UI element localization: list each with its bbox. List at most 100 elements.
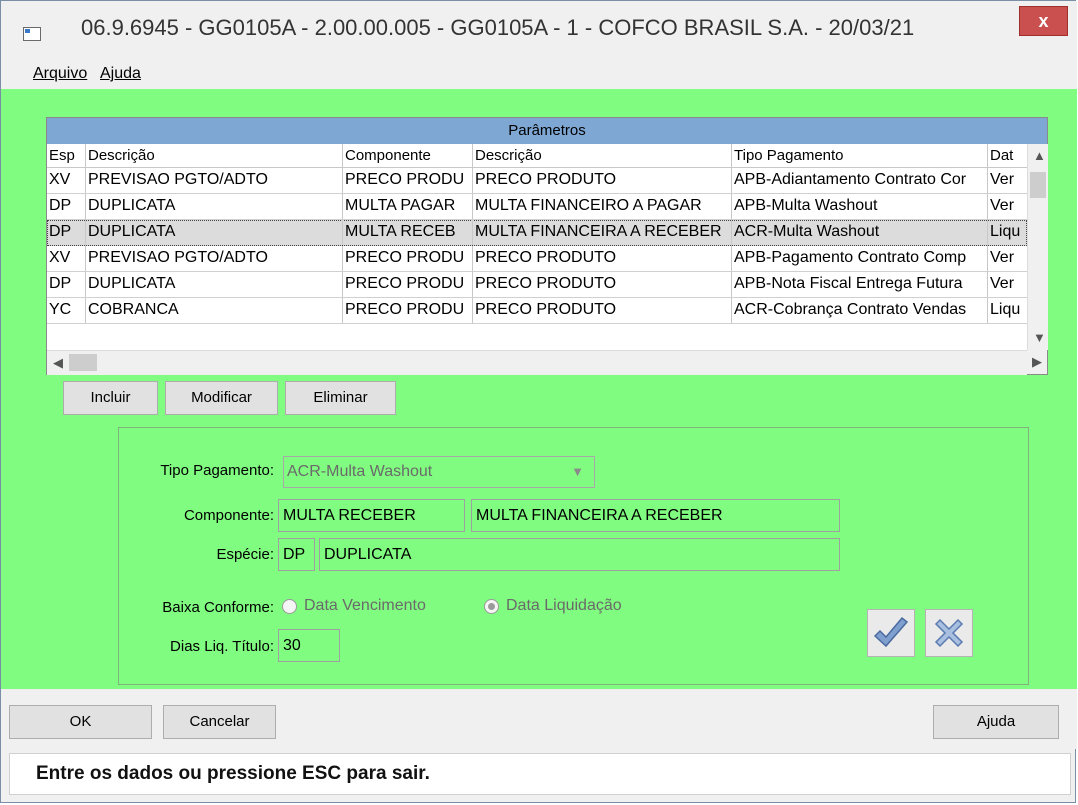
close-button[interactable]: x	[1019, 6, 1068, 36]
cell-esp: YC	[47, 298, 86, 323]
cell-tipo-pagamento: APB-Multa Washout	[732, 194, 988, 219]
especie-desc-field[interactable]: DUPLICATA	[319, 538, 840, 571]
main-window: 06.9.6945 - GG0105A - 2.00.00.005 - GG01…	[0, 0, 1077, 803]
cancel-x-button[interactable]	[925, 609, 973, 657]
radio-data-liquidacao-label[interactable]: Data Liquidação	[506, 597, 622, 615]
componente-label: Componente:	[183, 507, 274, 524]
menu-arquivo[interactable]: Arquivo	[33, 65, 87, 83]
cell-esp: DP	[47, 272, 86, 297]
checkmark-icon	[873, 616, 909, 648]
horizontal-scrollbar[interactable]: ◀	[47, 350, 1027, 375]
cell-descricao-componente: PRECO PRODUTO	[473, 272, 732, 297]
cell-componente: PRECO PRODU	[343, 246, 473, 271]
menu-arquivo-label: Arquivo	[33, 65, 88, 82]
cell-data: Ver	[990, 275, 1015, 292]
status-bar: Entre os dados ou pressione ESC para sai…	[9, 753, 1071, 795]
radio-data-vencimento-label[interactable]: Data Vencimento	[304, 597, 426, 615]
grid-title: Parâmetros	[47, 118, 1047, 144]
cell-esp: DP	[47, 220, 86, 245]
title-bar[interactable]: 06.9.6945 - GG0105A - 2.00.00.005 - GG01…	[1, 1, 1077, 59]
cell-descricao: PREVISAO PGTO/ADTO	[86, 246, 343, 271]
cell-componente: MULTA RECEB	[343, 220, 473, 245]
scroll-up-icon[interactable]: ▲	[1033, 148, 1046, 163]
parametros-grid: Parâmetros Esp Descrição Componente Desc…	[46, 117, 1048, 375]
cell-componente: PRECO PRODU	[343, 168, 473, 193]
cell-descricao-componente: PRECO PRODUTO	[473, 168, 732, 193]
dias-liq-titulo-field[interactable]: 30	[278, 629, 340, 662]
grid-header-row: Esp Descrição Componente Descrição Tipo …	[47, 144, 1027, 168]
cell-descricao: COBRANCA	[86, 298, 343, 323]
bottom-button-bar: OK Cancelar Ajuda	[1, 689, 1077, 749]
scroll-left-icon[interactable]: ◀	[53, 355, 63, 371]
cell-tipo-pagamento: ACR-Cobrança Contrato Vendas	[732, 298, 988, 323]
cell-data: Liqu	[990, 301, 1021, 318]
cell-data: Liqu	[990, 223, 1021, 240]
cell-descricao: DUPLICATA	[86, 194, 343, 219]
cell-descricao: DUPLICATA	[86, 272, 343, 297]
radio-data-vencimento[interactable]	[282, 599, 297, 614]
incluir-button[interactable]: Incluir	[63, 381, 158, 415]
table-row[interactable]: DP DUPLICATA PRECO PRODU PRECO PRODUTO A…	[47, 272, 1027, 298]
vertical-scrollbar[interactable]: ▲ ▼	[1027, 144, 1048, 350]
cell-descricao: PREVISAO PGTO/ADTO	[86, 168, 343, 193]
header-componente[interactable]: Componente	[343, 144, 473, 168]
radio-data-liquidacao[interactable]	[484, 599, 499, 614]
scroll-down-icon[interactable]: ▼	[1033, 330, 1046, 345]
ok-button[interactable]: OK	[9, 705, 152, 739]
chevron-down-icon[interactable]: ▼	[571, 457, 584, 487]
horizontal-scroll-thumb[interactable]	[69, 354, 97, 371]
header-data[interactable]: Dat	[988, 144, 1027, 168]
cell-descricao-componente: PRECO PRODUTO	[473, 246, 732, 271]
scroll-corner: ▶	[1027, 350, 1047, 374]
cell-descricao-componente: MULTA FINANCEIRO A PAGAR	[473, 194, 732, 219]
cell-esp: DP	[47, 194, 86, 219]
cell-componente: PRECO PRODU	[343, 298, 473, 323]
header-esp[interactable]: Esp	[47, 144, 86, 168]
ajuda-button[interactable]: Ajuda	[933, 705, 1059, 739]
scroll-right-icon[interactable]: ▶	[1032, 354, 1042, 370]
menu-ajuda[interactable]: Ajuda	[100, 65, 141, 83]
cell-tipo-pagamento: APB-Pagamento Contrato Comp	[732, 246, 988, 271]
tipo-pagamento-value: ACR-Multa Washout	[287, 463, 433, 480]
table-row[interactable]: XV PREVISAO PGTO/ADTO PRECO PRODU PRECO …	[47, 246, 1027, 272]
cell-data: Ver	[990, 171, 1015, 188]
tipo-pagamento-select[interactable]: ACR-Multa Washout ▼	[283, 456, 595, 488]
baixa-conforme-label: Baixa Conforme:	[162, 599, 274, 616]
eliminar-button[interactable]: Eliminar	[285, 381, 396, 415]
table-row[interactable]: YC COBRANCA PRECO PRODU PRECO PRODUTO AC…	[47, 298, 1027, 324]
window-icon[interactable]	[23, 27, 41, 41]
componente-code-field[interactable]: MULTA RECEBER	[278, 499, 465, 532]
especie-label: Espécie:	[216, 546, 274, 563]
close-x-icon	[934, 618, 964, 648]
especie-code-field[interactable]: DP	[278, 538, 315, 571]
dias-liq-titulo-label: Dias Liq. Título:	[170, 638, 274, 655]
cell-tipo-pagamento: ACR-Multa Washout	[732, 220, 988, 245]
window-title: 06.9.6945 - GG0105A - 2.00.00.005 - GG01…	[81, 15, 915, 40]
detail-panel: Tipo Pagamento: ACR-Multa Washout ▼ Comp…	[118, 427, 1029, 685]
cell-data: Ver	[990, 197, 1015, 214]
header-descricao-componente[interactable]: Descrição	[473, 144, 732, 168]
table-row[interactable]: DP DUPLICATA MULTA PAGAR MULTA FINANCEIR…	[47, 194, 1027, 220]
cell-data: Ver	[990, 249, 1015, 266]
vertical-scroll-thumb[interactable]	[1030, 172, 1046, 198]
cell-componente: MULTA PAGAR	[343, 194, 473, 219]
confirm-button[interactable]	[867, 609, 915, 657]
client-area: Parâmetros Esp Descrição Componente Desc…	[1, 89, 1077, 689]
menu-bar: Arquivo Ajuda	[1, 59, 1077, 89]
componente-desc-field[interactable]: MULTA FINANCEIRA A RECEBER	[471, 499, 840, 532]
header-tipo-pagamento[interactable]: Tipo Pagamento	[732, 144, 988, 168]
menu-ajuda-label: Ajuda	[100, 65, 141, 82]
modificar-button[interactable]: Modificar	[165, 381, 278, 415]
cell-esp: XV	[47, 246, 86, 271]
header-descricao[interactable]: Descrição	[86, 144, 343, 168]
cell-tipo-pagamento: APB-Nota Fiscal Entrega Futura	[732, 272, 988, 297]
cell-esp: XV	[47, 168, 86, 193]
cancelar-button[interactable]: Cancelar	[163, 705, 276, 739]
cell-descricao-componente: PRECO PRODUTO	[473, 298, 732, 323]
cell-descricao: DUPLICATA	[86, 220, 343, 245]
table-row[interactable]: XV PREVISAO PGTO/ADTO PRECO PRODU PRECO …	[47, 168, 1027, 194]
cell-componente: PRECO PRODU	[343, 272, 473, 297]
cell-descricao-componente: MULTA FINANCEIRA A RECEBER	[473, 220, 732, 245]
cell-tipo-pagamento: APB-Adiantamento Contrato Cor	[732, 168, 988, 193]
table-row-selected[interactable]: DP DUPLICATA MULTA RECEB MULTA FINANCEIR…	[47, 220, 1027, 246]
